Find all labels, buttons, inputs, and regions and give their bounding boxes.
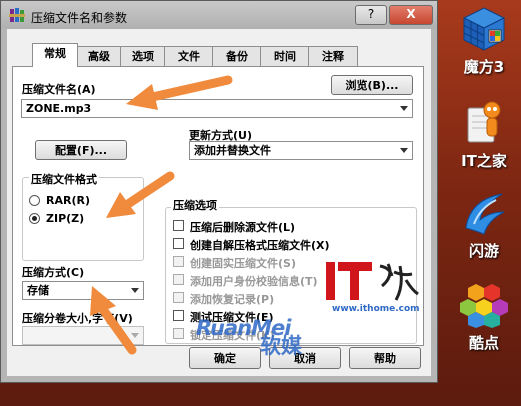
tab-files[interactable]: 文件 bbox=[164, 46, 214, 66]
desktop-icon-label: 闪游 bbox=[468, 242, 499, 260]
tab-label: 选项 bbox=[132, 50, 154, 63]
checkbox-label: 创建固实压缩文件(S) bbox=[190, 257, 296, 270]
checkbox-label: 创建自解压格式压缩文件(X) bbox=[190, 239, 330, 252]
radio-label: RAR(R) bbox=[46, 194, 90, 207]
update-mode-select[interactable]: 添加并替换文件 bbox=[189, 141, 413, 160]
desktop-icon-mofang[interactable]: 魔方3 bbox=[448, 6, 520, 77]
compression-method-label: 压缩方式(C) bbox=[22, 266, 85, 279]
ruanmei-watermark-cn: 软媒 bbox=[260, 334, 302, 358]
checkbox-icon bbox=[173, 256, 184, 267]
profiles-button[interactable]: 配置(F)... bbox=[35, 140, 127, 160]
winrar-app-icon bbox=[9, 7, 25, 23]
archive-name-value: ZONE.mp3 bbox=[26, 102, 92, 115]
checkbox-label: 添加恢复记录(P) bbox=[190, 293, 275, 306]
chevron-down-icon bbox=[131, 288, 139, 293]
desktop-icon-ithome[interactable]: IT之家 bbox=[448, 98, 520, 171]
radio-button-icon bbox=[29, 213, 40, 224]
tab-label: 注释 bbox=[322, 50, 344, 63]
archiving-options-label: 压缩选项 bbox=[171, 197, 219, 213]
tab-label: 时间 bbox=[274, 50, 296, 63]
checkbox-icon bbox=[173, 238, 184, 249]
title-bar[interactable]: 压缩文件名和参数 ? X bbox=[1, 1, 437, 29]
desktop-icon-shanyou[interactable]: 闪游 bbox=[448, 190, 520, 261]
mofang-cube-icon bbox=[461, 6, 507, 52]
checkbox-icon bbox=[173, 220, 184, 231]
watermark-url: www.ithome.com bbox=[332, 304, 420, 314]
help-icon: ? bbox=[367, 7, 375, 21]
checkbox-icon bbox=[173, 328, 184, 339]
tab-label: 备份 bbox=[226, 50, 248, 63]
help-button[interactable]: 帮助 bbox=[349, 347, 421, 369]
tab-advanced[interactable]: 高级 bbox=[76, 46, 122, 66]
tab-general[interactable]: 常规 bbox=[32, 43, 78, 67]
ithome-mascot-icon bbox=[462, 98, 506, 146]
checkbox-label: 压缩后删除源文件(L) bbox=[190, 221, 296, 234]
ithome-logo-icon bbox=[326, 262, 419, 301]
archive-name-input[interactable]: ZONE.mp3 bbox=[21, 99, 413, 118]
archive-name-label: 压缩文件名(A) bbox=[22, 83, 96, 96]
help-title-button[interactable]: ? bbox=[355, 5, 387, 25]
chevron-down-icon bbox=[131, 333, 139, 338]
compression-method-value: 存储 bbox=[27, 284, 49, 297]
ithome-watermark: www.ithome.com bbox=[322, 260, 422, 320]
checkbox-icon bbox=[173, 292, 184, 303]
ok-button[interactable]: 确定 bbox=[189, 347, 261, 369]
window-title: 压缩文件名和参数 bbox=[31, 11, 128, 25]
radio-button-icon bbox=[29, 195, 40, 206]
tab-label: 常规 bbox=[44, 47, 66, 60]
radio-label: ZIP(Z) bbox=[46, 212, 85, 225]
split-size-select[interactable] bbox=[22, 326, 144, 345]
tab-options[interactable]: 选项 bbox=[120, 46, 166, 66]
chevron-down-icon bbox=[400, 148, 408, 153]
compression-method-select[interactable]: 存储 bbox=[22, 281, 144, 300]
checkbox-label: 添加用户身份校验信息(T) bbox=[190, 275, 318, 288]
update-mode-value: 添加并替换文件 bbox=[194, 144, 271, 157]
split-size-label: 压缩分卷大小,字节(V) bbox=[22, 312, 133, 325]
checkbox-icon bbox=[173, 274, 184, 285]
tab-label: 文件 bbox=[178, 50, 200, 63]
archive-format-label: 压缩文件格式 bbox=[29, 171, 99, 187]
tab-time[interactable]: 时间 bbox=[260, 46, 310, 66]
checkbox-icon bbox=[173, 310, 184, 321]
chevron-down-icon bbox=[400, 106, 408, 111]
desktop-icon-label: IT之家 bbox=[461, 152, 507, 170]
desktop-icon-label: 酷点 bbox=[468, 334, 499, 352]
desktop-icon-kudian[interactable]: 酷点 bbox=[448, 282, 520, 353]
flash-swirl-icon bbox=[460, 190, 508, 236]
tab-comment[interactable]: 注释 bbox=[308, 46, 358, 66]
hexagon-cluster-icon bbox=[460, 282, 508, 328]
desktop-icon-label: 魔方3 bbox=[463, 58, 505, 76]
tab-backup[interactable]: 备份 bbox=[212, 46, 262, 66]
tab-label: 高级 bbox=[88, 50, 110, 63]
close-button[interactable]: X bbox=[389, 5, 433, 25]
browse-button[interactable]: 浏览(B)... bbox=[331, 75, 413, 95]
close-icon: X bbox=[406, 7, 416, 21]
